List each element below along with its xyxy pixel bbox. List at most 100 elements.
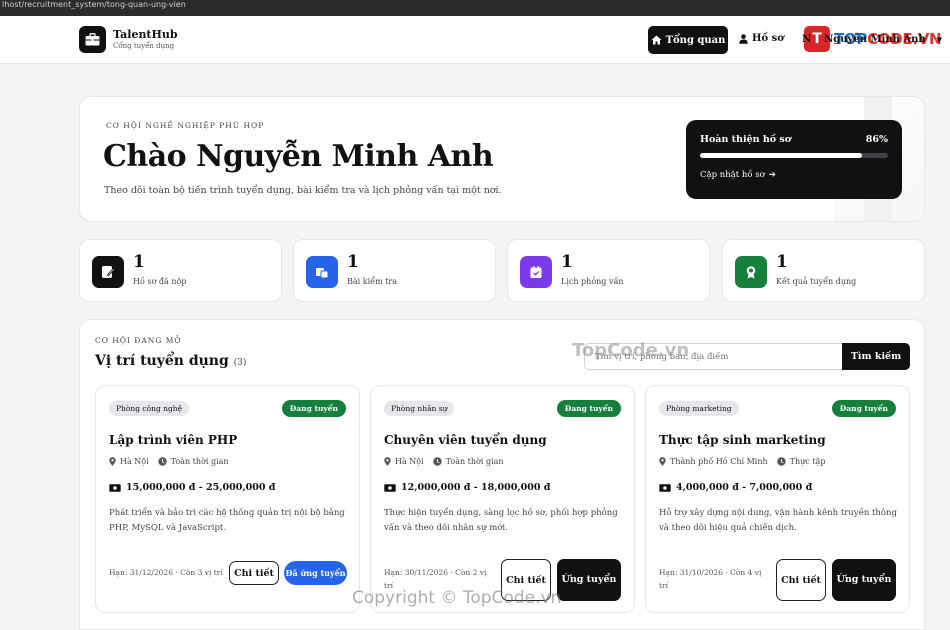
job-title[interactable]: Thực tập sinh marketing bbox=[659, 433, 826, 447]
job-description: Hỗ trợ xây dựng nội dung, vận hành kênh … bbox=[659, 508, 897, 533]
user-avatar: N bbox=[802, 34, 812, 45]
user-menu[interactable]: N Nguyễn Minh Anh ▼ bbox=[802, 34, 942, 45]
nav-profile-label: Hồ sơ bbox=[752, 33, 784, 44]
job-salary-value: 12,000,000 đ - 18,000,000 đ bbox=[401, 482, 551, 493]
money-icon bbox=[659, 483, 671, 492]
profile-completion-fill bbox=[700, 153, 862, 158]
stat-applications[interactable]: 1 Hồ sơ đã nộp bbox=[79, 239, 282, 302]
calendar-check-icon bbox=[520, 256, 552, 288]
browser-url-bar[interactable]: lhost/recruitment_system/tong-quan-ung-v… bbox=[0, 0, 950, 16]
brand-name: TalentHub bbox=[113, 28, 178, 41]
arrow-right-icon: ➔ bbox=[768, 170, 776, 180]
profile-completion-card: Hoàn thiện hồ sơ 86% Cập nhật hồ sơ ➔ bbox=[686, 120, 902, 199]
job-card: Phòng công nghệ Đang tuyển Lập trình viê… bbox=[95, 385, 360, 613]
nav-profile-link[interactable]: Hồ sơ bbox=[739, 33, 784, 44]
user-icon bbox=[739, 33, 748, 44]
department-badge: Phòng marketing bbox=[659, 401, 739, 416]
search-input[interactable] bbox=[584, 343, 842, 370]
job-location: Hà Nội bbox=[120, 457, 149, 466]
page-title: Chào Nguyễn Minh Anh bbox=[103, 139, 494, 174]
map-pin-icon bbox=[384, 457, 391, 466]
nav-overview-label: Tổng quan bbox=[665, 34, 726, 46]
job-meta: Hà Nội Toàn thời gian bbox=[384, 457, 504, 466]
map-pin-icon bbox=[659, 457, 666, 466]
hero-eyebrow: CƠ HỘI NGHỀ NGHIỆP PHÙ HỢP bbox=[106, 121, 265, 130]
jobs-eyebrow: CƠ HỘI ĐANG MỞ bbox=[95, 336, 182, 345]
job-type: Thực tập bbox=[789, 457, 826, 466]
hero-banner: CƠ HỘI NGHỀ NGHIỆP PHÙ HỢP Chào Nguyễn M… bbox=[79, 96, 925, 222]
job-deadline: Hạn: 31/12/2026 · Còn 3 vị trí bbox=[109, 568, 223, 577]
stat-applications-value: 1 bbox=[133, 252, 145, 272]
job-deadline: Hạn: 31/10/2026 · Còn 4 vị trí bbox=[659, 568, 762, 590]
stat-tests[interactable]: 1 Bài kiểm tra bbox=[293, 239, 496, 302]
job-salary: 15,000,000 đ - 25,000,000 đ bbox=[109, 482, 275, 493]
briefcase-icon bbox=[79, 26, 106, 53]
test-icon bbox=[306, 256, 338, 288]
profile-completion-label: Hoàn thiện hồ sơ bbox=[700, 134, 792, 145]
job-card: Phòng marketing Đang tuyển Thực tập sinh… bbox=[645, 385, 910, 613]
job-salary-value: 15,000,000 đ - 25,000,000 đ bbox=[126, 482, 276, 493]
brand[interactable]: TalentHub Cổng tuyển dụng bbox=[79, 26, 178, 53]
job-salary: 12,000,000 đ - 18,000,000 đ bbox=[384, 482, 550, 493]
stat-interviews[interactable]: 1 Lịch phỏng vấn bbox=[507, 239, 710, 302]
job-description: Phát triển và bảo trì các hệ thống quản … bbox=[109, 508, 345, 533]
job-title[interactable]: Lập trình viên PHP bbox=[109, 433, 237, 447]
user-name: Nguyễn Minh Anh bbox=[824, 34, 926, 45]
job-location: Thành phố Hồ Chí Minh bbox=[670, 457, 768, 466]
stat-results-value: 1 bbox=[776, 252, 788, 272]
job-type: Toàn thời gian bbox=[445, 457, 504, 466]
stat-tests-value: 1 bbox=[347, 252, 359, 272]
jobs-title-text: Vị trí tuyển dụng bbox=[95, 353, 229, 369]
top-navbar: TalentHub Cổng tuyển dụng T TOPCODE.VN T… bbox=[0, 16, 950, 64]
detail-button[interactable]: Chi tiết bbox=[776, 559, 826, 601]
department-badge: Phòng nhân sự bbox=[384, 401, 455, 416]
job-title[interactable]: Chuyên viên tuyển dụng bbox=[384, 433, 547, 447]
job-type: Toàn thời gian bbox=[170, 457, 229, 466]
nav-overview-button[interactable]: Tổng quan bbox=[648, 26, 728, 54]
money-icon bbox=[109, 483, 121, 492]
status-badge: Đang tuyển bbox=[831, 400, 896, 417]
jobs-section: CƠ HỘI ĐANG MỞ Vị trí tuyển dụng (3) Tìm… bbox=[79, 319, 925, 630]
stat-results-label: Kết quả tuyển dụng bbox=[776, 277, 857, 286]
detail-button[interactable]: Chi tiết bbox=[229, 561, 279, 585]
job-meta: Hà Nội Toàn thời gian bbox=[109, 457, 229, 466]
update-profile-label: Cập nhật hồ sơ bbox=[700, 170, 765, 180]
job-deadline: Hạn: 30/11/2026 · Còn 2 vị trí bbox=[384, 568, 487, 590]
job-location: Hà Nội bbox=[395, 457, 424, 466]
hero-description: Theo dõi toàn bộ tiến trình tuyển dụng, … bbox=[104, 185, 502, 196]
department-badge: Phòng công nghệ bbox=[109, 401, 190, 416]
search-button[interactable]: Tìm kiếm bbox=[842, 343, 910, 370]
job-search: Tìm kiếm bbox=[584, 343, 910, 370]
job-meta: Thành phố Hồ Chí Minh Thực tập bbox=[659, 457, 825, 466]
update-profile-link[interactable]: Cập nhật hồ sơ ➔ bbox=[700, 170, 888, 180]
chevron-down-icon: ▼ bbox=[936, 35, 943, 44]
money-icon bbox=[384, 483, 396, 492]
file-edit-icon bbox=[92, 256, 124, 288]
stat-interviews-value: 1 bbox=[561, 252, 573, 272]
applied-button[interactable]: Đã ứng tuyển bbox=[284, 561, 347, 585]
award-icon bbox=[735, 256, 767, 288]
detail-button[interactable]: Chi tiết bbox=[501, 559, 551, 601]
stat-tests-label: Bài kiểm tra bbox=[347, 277, 398, 286]
jobs-count: (3) bbox=[233, 358, 247, 368]
apply-button[interactable]: Ứng tuyển bbox=[557, 559, 621, 601]
job-description: Thực hiện tuyển dụng, sàng lọc hồ sơ, ph… bbox=[384, 508, 618, 533]
clock-icon bbox=[776, 457, 786, 466]
profile-completion-track bbox=[700, 153, 888, 158]
status-badge: Đang tuyển bbox=[556, 400, 621, 417]
stat-results[interactable]: 1 Kết quả tuyển dụng bbox=[722, 239, 925, 302]
job-salary: 4,000,000 đ - 7,000,000 đ bbox=[659, 482, 812, 493]
jobs-title: Vị trí tuyển dụng (3) bbox=[95, 353, 246, 369]
profile-completion-percent: 86% bbox=[865, 134, 888, 145]
home-icon bbox=[651, 35, 662, 45]
clock-icon bbox=[157, 457, 167, 466]
stat-interviews-label: Lịch phỏng vấn bbox=[561, 277, 624, 286]
job-salary-value: 4,000,000 đ - 7,000,000 đ bbox=[676, 482, 813, 493]
stat-applications-label: Hồ sơ đã nộp bbox=[133, 277, 187, 286]
clock-icon bbox=[432, 457, 442, 466]
status-badge: Đang tuyển bbox=[281, 400, 346, 417]
brand-subtitle: Cổng tuyển dụng bbox=[113, 42, 175, 50]
map-pin-icon bbox=[109, 457, 116, 466]
apply-button[interactable]: Ứng tuyển bbox=[832, 559, 896, 601]
job-card: Phòng nhân sự Đang tuyển Chuyên viên tuy… bbox=[370, 385, 635, 613]
